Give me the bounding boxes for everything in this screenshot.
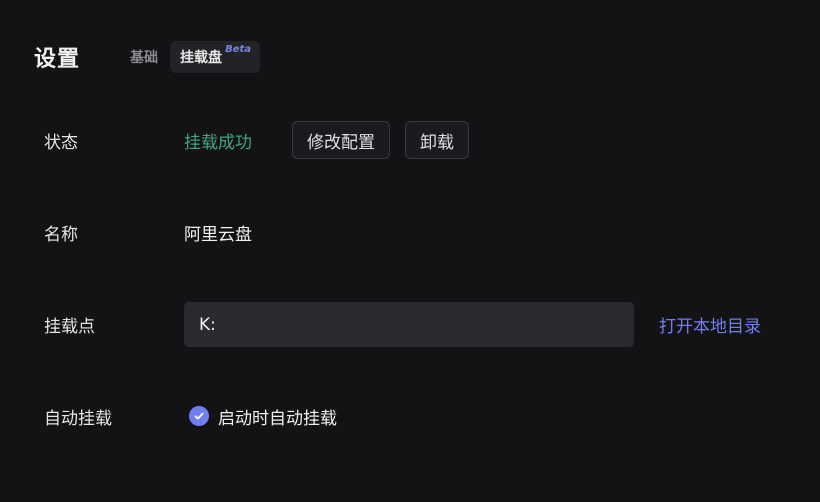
- name-value: 阿里云盘: [184, 224, 252, 245]
- name-row: 名称 阿里云盘: [44, 212, 820, 252]
- unmount-button[interactable]: 卸载: [405, 121, 469, 159]
- name-label: 名称: [44, 224, 78, 245]
- page-title: 设置: [34, 47, 81, 72]
- tab-mount-disk[interactable]: 挂载盘 Beta: [170, 41, 261, 73]
- status-row: 状态 挂载成功 修改配置 卸载: [44, 120, 820, 160]
- auto-mount-checkbox-label[interactable]: 启动时自动挂载: [218, 404, 337, 429]
- open-local-directory-link[interactable]: 打开本地目录: [659, 312, 761, 337]
- status-value: 挂载成功: [184, 132, 252, 153]
- status-label: 状态: [44, 132, 78, 153]
- tab-basic[interactable]: 基础: [120, 41, 168, 73]
- mount-point-row: 挂载点 打开本地目录: [44, 302, 820, 347]
- mount-point-label: 挂载点: [44, 317, 95, 337]
- settings-header: 设置 基础 挂载盘 Beta: [34, 38, 262, 76]
- edit-config-button[interactable]: 修改配置: [292, 121, 390, 159]
- mount-point-input[interactable]: [184, 302, 634, 347]
- beta-badge: Beta: [225, 44, 252, 55]
- auto-mount-label: 自动挂载: [44, 408, 112, 429]
- tab-mount-disk-label: 挂载盘: [180, 50, 223, 66]
- settings-page: 设置 基础 挂载盘 Beta 状态 挂载成功 修改配置 卸载 名称 阿里云盘 挂…: [0, 0, 820, 502]
- auto-mount-checkbox[interactable]: [189, 406, 209, 426]
- auto-mount-row: 自动挂载 启动时自动挂载: [44, 396, 820, 436]
- check-icon: [194, 412, 204, 420]
